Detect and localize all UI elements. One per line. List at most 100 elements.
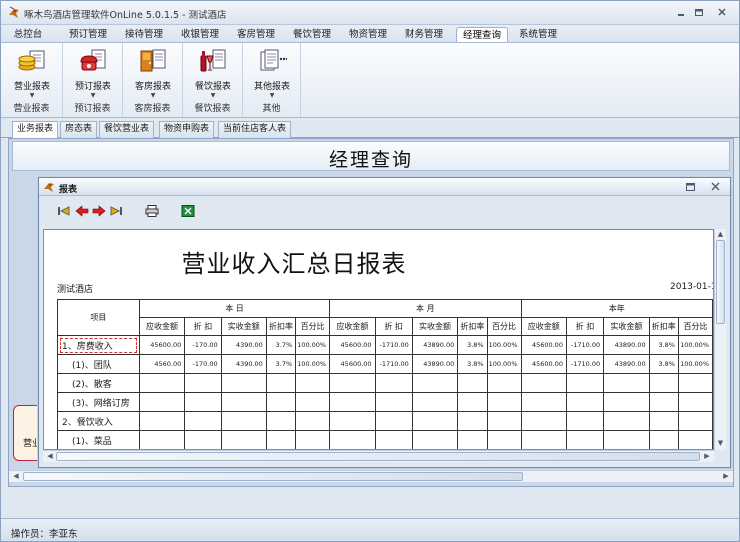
table-cell[interactable] xyxy=(184,430,222,449)
table-cell[interactable] xyxy=(565,373,605,393)
table-cell[interactable]: 100.00% xyxy=(677,354,713,374)
table-cell[interactable]: 45600.00 xyxy=(520,335,567,355)
table-cell[interactable] xyxy=(265,411,297,431)
table-cell[interactable] xyxy=(677,373,713,393)
menu-tab-system[interactable]: 系统管理 xyxy=(513,27,563,43)
table-cell[interactable]: 100.00% xyxy=(486,354,522,374)
other-report-button[interactable]: 其他报表 ▼ xyxy=(248,48,296,100)
table-cell[interactable]: 45600.00 xyxy=(520,354,567,374)
report-vertical-scrollbar[interactable]: ▲ ▼ xyxy=(714,229,726,450)
last-page-icon[interactable] xyxy=(109,205,123,217)
first-page-icon[interactable] xyxy=(57,205,71,217)
table-cell[interactable] xyxy=(677,411,713,431)
menu-tab-reservation[interactable]: 预订管理 xyxy=(63,27,113,43)
table-cell[interactable]: 3.8% xyxy=(648,354,679,374)
row-item-label[interactable]: 2、餐饮收入 xyxy=(57,411,140,431)
table-row[interactable]: (1)、团队 4560.00 -170.00 4390.00 3.7% 100.00% 45… xyxy=(57,354,713,374)
business-report-button[interactable]: 营业报表 ▼ xyxy=(8,48,56,100)
row-item-label[interactable]: (2)、散客 xyxy=(57,373,140,393)
table-cell[interactable] xyxy=(603,373,650,393)
table-cell[interactable] xyxy=(677,392,713,412)
table-cell[interactable] xyxy=(457,411,488,431)
table-cell[interactable] xyxy=(295,430,331,449)
table-cell[interactable] xyxy=(565,430,605,449)
table-cell[interactable] xyxy=(220,411,267,431)
table-cell[interactable] xyxy=(295,373,331,393)
table-cell[interactable]: 4560.00 xyxy=(138,354,186,374)
table-cell[interactable] xyxy=(411,392,459,412)
table-cell[interactable]: 100.00% xyxy=(677,335,713,355)
minimize-button[interactable] xyxy=(673,5,689,19)
menu-tab-cashier[interactable]: 收银管理 xyxy=(175,27,225,43)
table-cell[interactable] xyxy=(565,392,605,412)
table-cell[interactable]: -1710.00 xyxy=(565,335,605,355)
table-cell[interactable] xyxy=(374,430,413,449)
table-cell[interactable]: -1710.00 xyxy=(374,354,413,374)
table-cell[interactable]: -1710.00 xyxy=(374,335,413,355)
scroll-left-icon[interactable]: ◀ xyxy=(11,472,21,480)
menu-tab-catering[interactable]: 餐饮管理 xyxy=(287,27,337,43)
table-cell[interactable] xyxy=(520,373,567,393)
reservation-report-button[interactable]: 预订报表 ▼ xyxy=(69,48,117,100)
table-cell[interactable]: 43890.00 xyxy=(603,354,650,374)
table-cell[interactable] xyxy=(184,373,222,393)
subtab-business-reports[interactable]: 业务报表 xyxy=(12,121,59,139)
table-cell[interactable] xyxy=(138,373,186,393)
table-cell[interactable]: 4390.00 xyxy=(220,335,267,355)
menu-tab-manager-query[interactable]: 经理查询 xyxy=(456,27,508,43)
menu-tab-finance[interactable]: 财务管理 xyxy=(399,27,449,43)
restore-icon[interactable] xyxy=(685,182,697,192)
row-item-label[interactable]: (1)、团队 xyxy=(57,354,140,374)
table-cell[interactable] xyxy=(220,430,267,449)
row-item-label[interactable]: (3)、网络订房 xyxy=(57,392,140,412)
table-cell[interactable] xyxy=(603,430,650,449)
table-cell[interactable]: 4390.00 xyxy=(220,354,267,374)
close-icon[interactable] xyxy=(710,182,722,192)
catering-report-button[interactable]: 餐饮报表 ▼ xyxy=(189,48,237,100)
table-row[interactable]: (3)、网络订房 xyxy=(57,392,713,412)
table-cell[interactable]: 43890.00 xyxy=(411,354,459,374)
excel-export-icon[interactable] xyxy=(181,205,195,217)
table-cell[interactable]: 100.00% xyxy=(486,335,522,355)
table-cell[interactable] xyxy=(138,430,186,449)
subtab-catering-business[interactable]: 餐饮营业表 xyxy=(99,121,155,138)
menu-tab-console[interactable]: 总控台 xyxy=(7,27,49,43)
subtab-current-guests[interactable]: 当前住店客人表 xyxy=(218,121,292,138)
table-cell[interactable]: 3.8% xyxy=(648,335,679,355)
table-cell[interactable] xyxy=(565,411,605,431)
table-cell[interactable]: 3.7% xyxy=(265,335,297,355)
table-cell[interactable] xyxy=(220,392,267,412)
table-cell[interactable]: 3.8% xyxy=(457,335,488,355)
menu-tab-materials[interactable]: 物资管理 xyxy=(343,27,393,43)
table-cell[interactable]: 3.8% xyxy=(457,354,488,374)
table-cell[interactable]: 3.7% xyxy=(265,354,297,374)
report-horizontal-scrollbar[interactable]: ◀ ▶ xyxy=(43,450,714,462)
menu-tab-reception[interactable]: 接待管理 xyxy=(119,27,169,43)
table-cell[interactable] xyxy=(374,411,413,431)
table-cell[interactable] xyxy=(457,373,488,393)
table-cell[interactable] xyxy=(411,373,459,393)
table-cell[interactable] xyxy=(648,430,679,449)
table-cell[interactable] xyxy=(603,411,650,431)
table-cell[interactable] xyxy=(295,411,331,431)
table-cell[interactable] xyxy=(486,373,522,393)
subtab-material-purchase[interactable]: 物资申购表 xyxy=(159,121,215,138)
table-cell[interactable] xyxy=(520,430,567,449)
table-cell[interactable] xyxy=(486,411,522,431)
table-row[interactable]: 2、餐饮收入 xyxy=(57,411,713,431)
scroll-right-icon[interactable]: ▶ xyxy=(721,472,731,480)
table-cell[interactable] xyxy=(457,392,488,412)
table-cell[interactable]: -170.00 xyxy=(184,354,222,374)
table-cell[interactable] xyxy=(603,392,650,412)
table-cell[interactable] xyxy=(677,430,713,449)
table-cell[interactable] xyxy=(486,430,522,449)
table-cell[interactable] xyxy=(411,430,459,449)
table-cell[interactable] xyxy=(184,392,222,412)
restore-button[interactable] xyxy=(691,5,707,19)
table-cell[interactable] xyxy=(329,373,376,393)
table-cell[interactable]: -170.00 xyxy=(184,335,222,355)
main-horizontal-scrollbar[interactable]: ◀ ▶ xyxy=(9,470,733,482)
table-cell[interactable]: 45600.00 xyxy=(138,335,186,355)
row-item-label[interactable]: 1、房费收入 xyxy=(57,335,140,355)
close-button[interactable] xyxy=(714,5,730,19)
